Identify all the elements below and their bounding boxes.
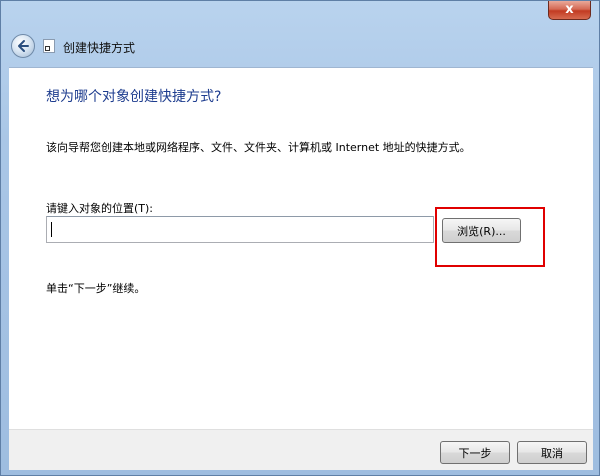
location-label: 请键入对象的位置(T): [46, 202, 154, 215]
continue-hint: 单击“下一步”继续。 [46, 282, 146, 295]
window-title: 创建快捷方式 [63, 41, 136, 55]
location-input[interactable] [46, 216, 434, 243]
shortcut-icon [43, 39, 55, 53]
create-shortcut-window: x 创建快捷方式 想为哪个对象创建快捷方式? 该向导帮您创建本地或网络程序、文件… [0, 0, 600, 476]
title-bar: 创建快捷方式 [1, 27, 600, 67]
text-caret [51, 222, 52, 237]
wizard-footer: 下一步 取消 [9, 429, 593, 470]
back-button[interactable] [11, 34, 35, 58]
browse-button[interactable]: 浏览(R)... [442, 218, 521, 243]
back-arrow-icon [18, 40, 29, 52]
wizard-heading: 想为哪个对象创建快捷方式? [46, 89, 222, 105]
cancel-button[interactable]: 取消 [517, 441, 587, 464]
wizard-description: 该向导帮您创建本地或网络程序、文件、文件夹、计算机或 Internet 地址的快… [46, 141, 471, 154]
next-button[interactable]: 下一步 [440, 441, 510, 464]
close-button[interactable]: x [548, 1, 591, 20]
wizard-content: 想为哪个对象创建快捷方式? 该向导帮您创建本地或网络程序、文件、文件夹、计算机或… [9, 67, 593, 430]
